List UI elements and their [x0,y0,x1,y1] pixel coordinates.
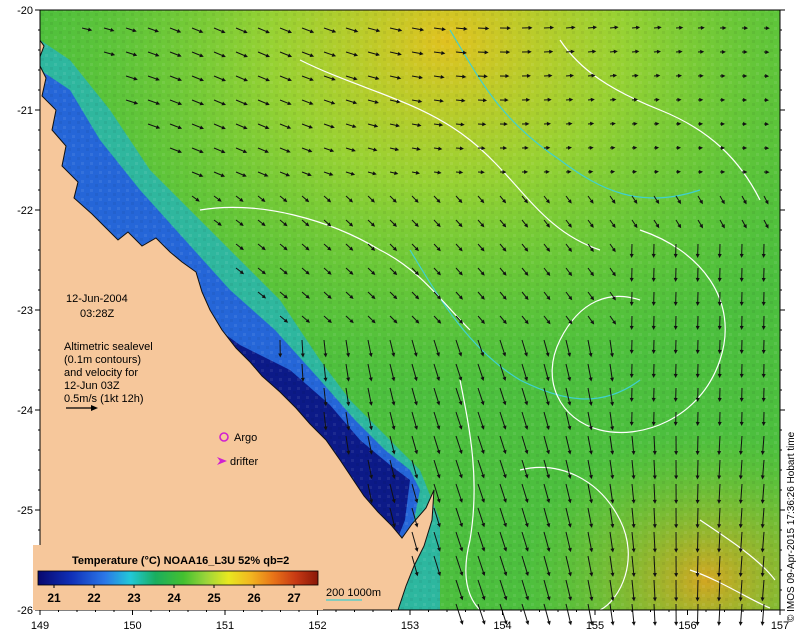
x-tick-label: 154 [493,620,511,632]
altimetry-line-2: (0.1m contours) [64,354,141,366]
colorbar-tick-label: 27 [287,591,301,605]
colorbar-tick-label: 22 [87,591,101,605]
bathy-label: 200 1000m [326,587,381,599]
colorbar-tick-label: 25 [207,591,221,605]
sst-map: 149 150 151 152 153 154 155 156 157 -20-21-22-23… [17,5,797,632]
colorbar-tick-label: 23 [127,591,141,605]
y-tick-label: -26 [17,605,33,617]
colorbar [37,570,319,586]
map-time: 03:28Z [80,308,115,320]
longitude-axis: 149 150 151 152 153 154 155 156 157 [31,610,789,632]
x-tick-label: 152 [308,620,326,632]
map-date: 12-Jun-2004 [66,293,128,305]
y-tick-label: -20 [17,5,33,17]
altimetry-line-1: Altimetric sealevel [64,341,153,353]
colorbar-tick-label: 26 [247,591,261,605]
colorbar-tick-label: 21 [47,591,61,605]
drifter-label: drifter [230,456,258,468]
x-tick-label: 149 [31,620,49,632]
altimetry-line-4: 12-Jun 03Z [64,380,120,392]
bathy-legend: 200 1000m [326,587,381,601]
y-tick-label: -21 [17,105,33,117]
colorbar-panel: Temperature (°C) NOAA16_L3U 52% qb=2 21 2… [33,545,323,610]
altimetry-line-3: and velocity for [64,367,138,379]
x-tick-label: 151 [216,620,234,632]
altimetry-line-5: 0.5m/s (1kt 12h) [64,393,143,405]
y-tick-label: -25 [17,505,33,517]
y-tick-label: -23 [17,305,33,317]
colorbar-title: Temperature (°C) NOAA16_L3U 52% qb=2 [72,555,289,567]
argo-label: Argo [234,432,257,444]
colorbar-tick-label: 24 [167,591,181,605]
x-tick-label: 153 [401,620,419,632]
x-tick-label: 156 [678,620,696,632]
x-tick-label: 155 [586,620,604,632]
y-tick-label: -22 [17,205,33,217]
credit-text: © IMOS 09-Apr-2015 17:36:26 Hobart time [786,431,797,622]
x-tick-label: 150 [123,620,141,632]
y-tick-label: -24 [17,405,33,417]
